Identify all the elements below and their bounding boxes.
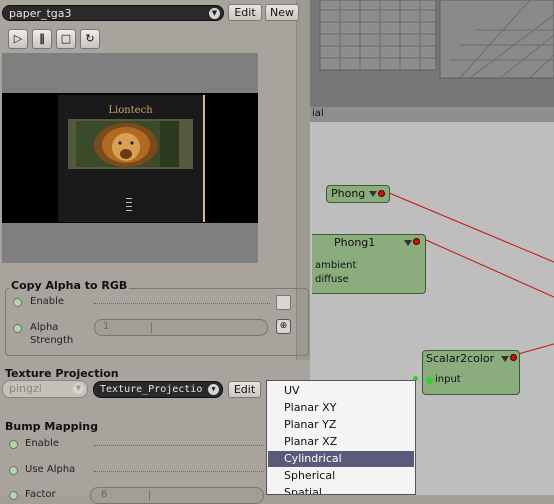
projection-name-select[interactable]: pingzi ▼ xyxy=(2,380,88,398)
alpha-strength-value: 1 xyxy=(103,321,110,332)
chevron-down-icon: ▼ xyxy=(73,383,84,394)
chevron-down-icon: ▼ xyxy=(209,8,220,19)
node-phong-collapse-icon[interactable] xyxy=(369,191,377,197)
copy-alpha-enable-line xyxy=(94,303,270,304)
bump-factor-led xyxy=(9,491,18,500)
bump-enable-label: Enable xyxy=(25,438,60,449)
node-phong-output-port[interactable] xyxy=(378,190,385,197)
alpha-strength-led xyxy=(13,324,22,333)
material-edit-button[interactable]: Edit xyxy=(228,4,262,21)
stop-button[interactable]: □ xyxy=(56,29,76,49)
material-select-value: paper_tga3 xyxy=(9,7,72,20)
menu-item-planar-yz[interactable]: Planar YZ xyxy=(268,417,414,433)
menu-item-cylindrical[interactable]: Cylindrical xyxy=(268,451,414,467)
node-editor-titlebar: ial xyxy=(310,107,554,123)
node-phong-title: Phong xyxy=(331,187,366,200)
node-scalar2color-output-port[interactable] xyxy=(510,354,517,361)
lion-image xyxy=(76,121,179,167)
node-scalar2color-collapse-icon[interactable] xyxy=(501,356,509,362)
alpha-strength-label-line2: Strength xyxy=(30,335,74,346)
menu-item-planar-xz[interactable]: Planar XZ xyxy=(268,434,414,450)
copy-alpha-enable-label: Enable xyxy=(30,296,65,307)
bump-factor-slider[interactable]: 6 xyxy=(90,487,264,504)
pause-button[interactable]: ∥ xyxy=(32,29,52,49)
projection-type-select[interactable]: Texture_Projectio ▼ xyxy=(93,381,223,398)
stop-icon: □ xyxy=(60,32,72,45)
poster-caption xyxy=(124,195,134,215)
chevron-down-icon: ▼ xyxy=(208,384,219,395)
node-phong1-port-ambient[interactable]: ambient xyxy=(315,260,356,271)
node-phong1-collapse-icon[interactable] xyxy=(404,240,412,246)
bump-enable-led xyxy=(9,440,18,449)
node-phong1-output-port[interactable] xyxy=(413,238,420,245)
copy-alpha-enable-checkbox[interactable] xyxy=(276,295,291,310)
node-phong1[interactable]: Phong1 ambient diffuse xyxy=(312,234,426,294)
projection-name-value: pingzi xyxy=(9,382,42,395)
menu-item-spherical[interactable]: Spherical xyxy=(268,468,414,484)
texture-projection-title: Texture Projection xyxy=(5,367,119,380)
poster-title: Liontech xyxy=(108,105,153,116)
menu-item-spatial[interactable]: Spatial xyxy=(268,485,414,494)
bump-use-alpha-line xyxy=(94,471,264,472)
copy-alpha-enable-led xyxy=(13,298,22,307)
material-select[interactable]: paper_tga3 ▼ xyxy=(2,5,224,21)
menu-item-planar-xy[interactable]: Planar XY xyxy=(268,400,414,416)
node-scalar2color-title: Scalar2color xyxy=(426,352,495,365)
alpha-strength-label-line1: Alpha xyxy=(30,322,59,333)
preview-poster: Liontech xyxy=(58,95,205,222)
projection-type-value: Texture_Projectio xyxy=(100,384,203,395)
bump-use-alpha-led xyxy=(9,466,18,475)
loop-button[interactable]: ↻ xyxy=(80,29,100,49)
play-button[interactable]: ▷ xyxy=(8,29,28,49)
projection-dropdown-menu[interactable]: UV Planar XY Planar YZ Planar XZ Cylindr… xyxy=(266,380,416,495)
texture-preview: Liontech xyxy=(2,53,258,263)
node-phong1-port-diffuse[interactable]: diffuse xyxy=(315,274,349,285)
bump-mapping-title: Bump Mapping xyxy=(5,420,98,433)
node-scalar2color[interactable]: Scalar2color input xyxy=(422,350,520,395)
viewport-grid xyxy=(310,0,554,107)
link-icon[interactable]: ⊕ xyxy=(276,319,291,334)
alpha-strength-divider xyxy=(151,322,152,333)
copy-alpha-title: Copy Alpha to RGB xyxy=(9,279,130,292)
loop-icon: ↻ xyxy=(85,32,95,45)
node-editor-title: ial xyxy=(312,108,324,119)
bump-enable-line xyxy=(94,445,264,446)
menu-item-uv[interactable]: UV xyxy=(268,383,414,399)
projection-edit-button[interactable]: Edit xyxy=(228,381,261,398)
node-phong[interactable]: Phong xyxy=(326,185,390,203)
play-icon: ▷ xyxy=(13,32,23,45)
bump-factor-divider xyxy=(149,490,150,501)
alpha-strength-slider[interactable]: 1 xyxy=(94,319,268,336)
pause-icon: ∥ xyxy=(39,32,45,45)
node-scalar2color-port-input: input xyxy=(435,374,461,385)
node-phong1-title: Phong1 xyxy=(334,236,376,249)
bump-use-alpha-label: Use Alpha xyxy=(25,464,76,475)
material-new-button[interactable]: New xyxy=(265,4,299,21)
3d-viewport[interactable] xyxy=(310,0,554,107)
node-scalar2color-input-port[interactable] xyxy=(426,377,433,384)
